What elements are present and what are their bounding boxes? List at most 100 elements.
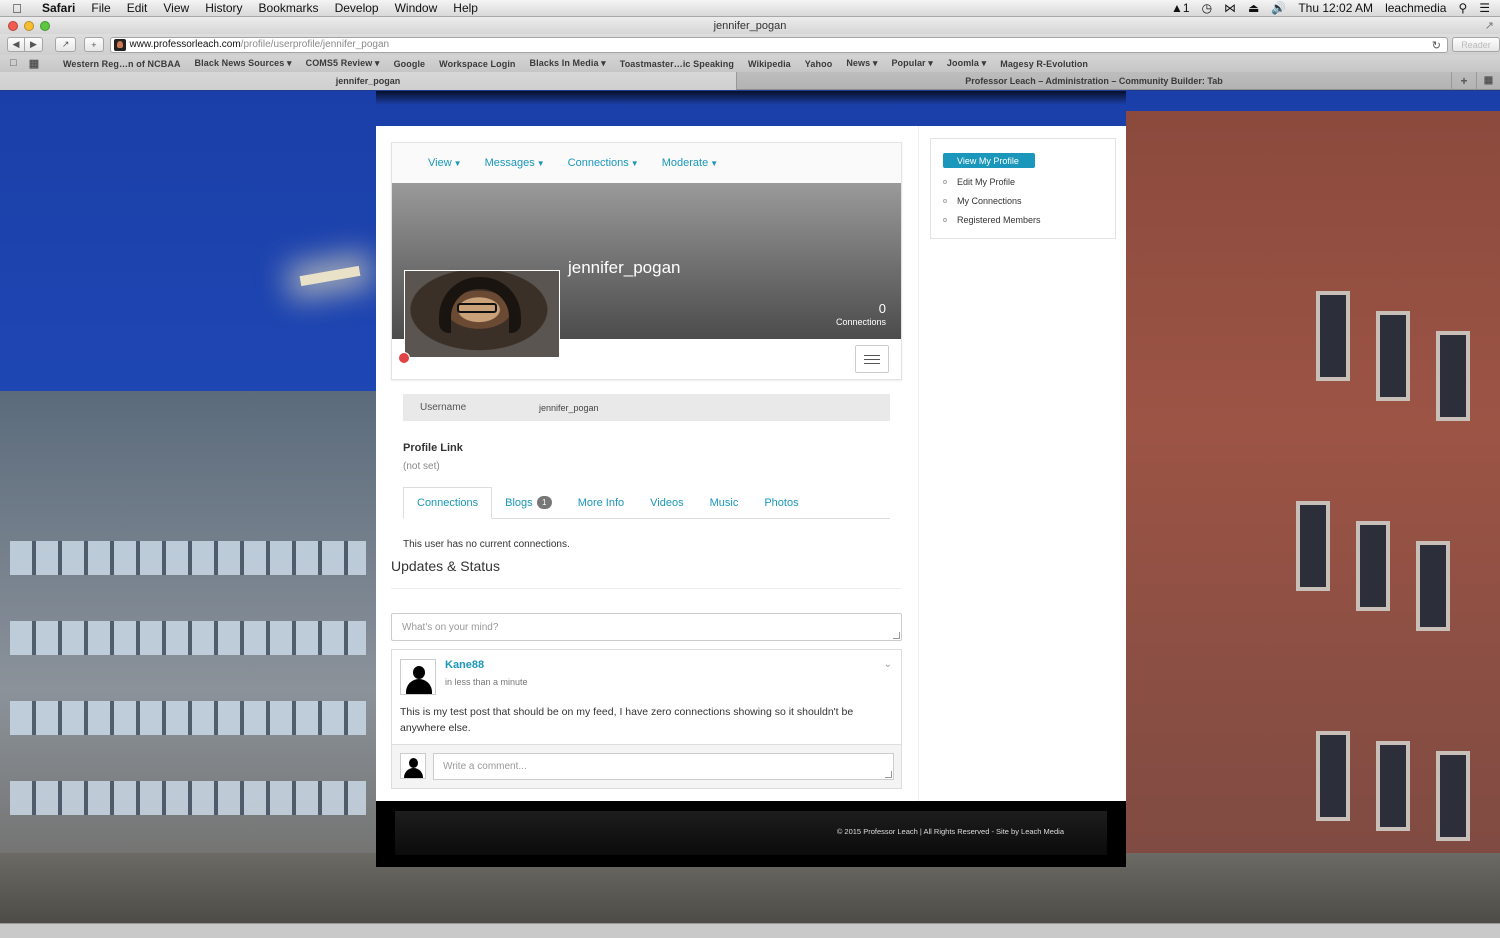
bookmark-item[interactable]: Wikipedia xyxy=(741,59,798,69)
tab-more-info[interactable]: More Info xyxy=(565,487,637,518)
reload-icon[interactable]: ↻ xyxy=(1432,39,1441,52)
sidebar-item-registered-members[interactable]: Registered Members xyxy=(943,210,1115,229)
tab-blogs[interactable]: Blogs 1 xyxy=(492,487,565,518)
menu-file[interactable]: File xyxy=(83,1,118,15)
bookmark-item[interactable]: Workspace Login xyxy=(432,59,522,69)
menu-window[interactable]: Window xyxy=(387,1,446,15)
nav-buttons: ◀ ▶ xyxy=(7,37,43,52)
plus-icon: + xyxy=(91,39,97,50)
sidebar-item-label: My Connections xyxy=(957,195,1022,206)
bookmark-item[interactable]: Black News Sources ▾ xyxy=(188,58,299,69)
bluetooth-icon[interactable]: ⋈ xyxy=(1224,1,1236,15)
user-silhouette-body xyxy=(404,768,423,778)
site-container: View ▼ Messages ▼ Connections ▼ Moderate ▼ j… xyxy=(376,126,1126,801)
time-machine-icon[interactable]: ◷ xyxy=(1202,1,1212,15)
background-window xyxy=(1296,501,1330,591)
user-silhouette-body xyxy=(406,679,432,694)
top-sites-icon[interactable]: ▦ xyxy=(29,57,40,70)
menubar-clock[interactable]: Thu 12:02 AM xyxy=(1298,1,1373,15)
footer-panel: © 2015 Professor Leach | All Rights Rese… xyxy=(395,811,1107,855)
comment-input[interactable]: Write a comment... xyxy=(433,753,894,780)
bookmark-item[interactable]: Toastmaster…ic Speaking xyxy=(613,59,741,69)
apple-icon[interactable]:  xyxy=(0,1,34,16)
nav-messages[interactable]: Messages ▼ xyxy=(485,157,545,169)
bookmark-item[interactable]: Yahoo xyxy=(798,59,840,69)
nav-messages-label: Messages xyxy=(484,157,535,169)
spotlight-icon[interactable]: ⚲ xyxy=(1458,1,1467,15)
menu-app[interactable]: Safari xyxy=(34,1,83,15)
tab-inactive[interactable]: Professor Leach – Administration – Commu… xyxy=(736,72,1452,90)
menu-develop[interactable]: Develop xyxy=(327,1,387,15)
notification-center-icon[interactable]: ☰ xyxy=(1479,1,1490,15)
forward-button[interactable]: ▶ xyxy=(25,37,43,52)
nav-connections[interactable]: Connections ▼ xyxy=(568,157,639,169)
sidebar-item-view-my-profile[interactable]: View My Profile xyxy=(943,153,1035,168)
window-bottom-bar xyxy=(0,923,1500,938)
bullet-icon xyxy=(943,198,947,203)
site-footer: © 2015 Professor Leach | All Rights Rese… xyxy=(376,801,1126,867)
sidebar-item-edit-my-profile[interactable]: Edit My Profile xyxy=(943,172,1115,191)
tab-connections[interactable]: Connections xyxy=(403,487,493,519)
bookmark-item[interactable]: COMS5 Review ▾ xyxy=(299,58,387,69)
share-button[interactable]: ↗ xyxy=(55,37,77,52)
reader-button[interactable]: Reader xyxy=(1451,37,1500,52)
connections-counter[interactable]: 0 Connections xyxy=(836,301,886,328)
chevron-down-icon[interactable]: ⌄ xyxy=(884,659,892,670)
tab-photos[interactable]: Photos xyxy=(751,487,811,518)
profile-cover: jennifer_pogan 0 Connections xyxy=(392,183,901,364)
background-building-left xyxy=(0,391,376,891)
reading-list-icon[interactable]: □ xyxy=(10,57,17,70)
add-tab-icon[interactable]: + xyxy=(1452,72,1476,89)
user-silhouette-icon xyxy=(409,758,418,768)
hamburger-line xyxy=(864,362,880,364)
hamburger-line xyxy=(864,358,880,360)
profile-menu-button[interactable] xyxy=(855,345,889,373)
bookmark-item[interactable]: Western Reg…n of NCBAA xyxy=(56,59,188,69)
adobe-icon[interactable]: ▲1 xyxy=(1171,1,1190,15)
profile-card: View ▼ Messages ▼ Connections ▼ Moderate ▼ j… xyxy=(391,142,902,380)
bookmark-item[interactable]: Popular ▾ xyxy=(884,58,939,69)
fullscreen-icon[interactable]: ↗ xyxy=(1485,19,1494,32)
background-window-band xyxy=(10,621,366,655)
nav-view[interactable]: View ▼ xyxy=(428,157,462,169)
bookmark-item[interactable]: Google xyxy=(387,59,433,69)
forward-arrow-icon: ▶ xyxy=(30,39,37,49)
background-building-right xyxy=(1126,111,1500,891)
tab-active[interactable]: jennifer_pogan xyxy=(0,72,736,90)
post-author-avatar[interactable] xyxy=(400,659,436,695)
menu-edit[interactable]: Edit xyxy=(119,1,156,15)
background-lamp xyxy=(299,265,361,287)
volume-icon[interactable]: 🔊 xyxy=(1271,1,1286,15)
menubar-user[interactable]: leachmedia xyxy=(1385,1,1446,15)
resize-handle-icon[interactable] xyxy=(893,632,900,639)
menu-history[interactable]: History xyxy=(197,1,250,15)
menu-help[interactable]: Help xyxy=(445,1,486,15)
activity-post: Kane88 in less than a minute ⌄ This is m… xyxy=(391,649,902,789)
bookmark-item[interactable]: Joomla ▾ xyxy=(940,58,993,69)
resize-handle-icon[interactable] xyxy=(885,771,892,778)
bookmark-item[interactable]: Blacks In Media ▾ xyxy=(523,58,613,69)
address-bar[interactable]: www.professorleach.com /profile/userprof… xyxy=(109,36,1448,53)
username-row: Username jennifer_pogan xyxy=(403,394,890,421)
new-tab-button[interactable]: + xyxy=(84,37,104,52)
background-window xyxy=(1356,521,1390,611)
tab-videos[interactable]: Videos xyxy=(637,487,696,518)
tab-music[interactable]: Music xyxy=(697,487,752,518)
nav-moderate[interactable]: Moderate ▼ xyxy=(662,157,718,169)
bookmark-item[interactable]: Magesy R-Evolution xyxy=(993,59,1095,69)
sidebar-item-my-connections[interactable]: My Connections xyxy=(943,191,1115,210)
post-author[interactable]: Kane88 xyxy=(445,659,484,671)
window-title: jennifer_pogan xyxy=(713,19,787,32)
browser-toolbar: ◀ ▶ ↗ + www.professorleach.com /profile/… xyxy=(0,34,1500,55)
connections-count: 0 xyxy=(878,301,886,316)
tab-overview-icon[interactable]: ▦ xyxy=(1476,72,1500,89)
menu-view[interactable]: View xyxy=(155,1,197,15)
updates-title: Updates & Status xyxy=(391,558,902,589)
menu-bookmarks[interactable]: Bookmarks xyxy=(251,1,327,15)
username-label: Username xyxy=(420,402,467,413)
status-input[interactable]: What's on your mind? xyxy=(391,613,902,641)
bookmark-item[interactable]: News ▾ xyxy=(839,58,884,69)
avatar-glasses xyxy=(457,303,497,313)
eject-icon[interactable]: ⏏ xyxy=(1248,1,1259,15)
back-button[interactable]: ◀ xyxy=(7,37,25,52)
